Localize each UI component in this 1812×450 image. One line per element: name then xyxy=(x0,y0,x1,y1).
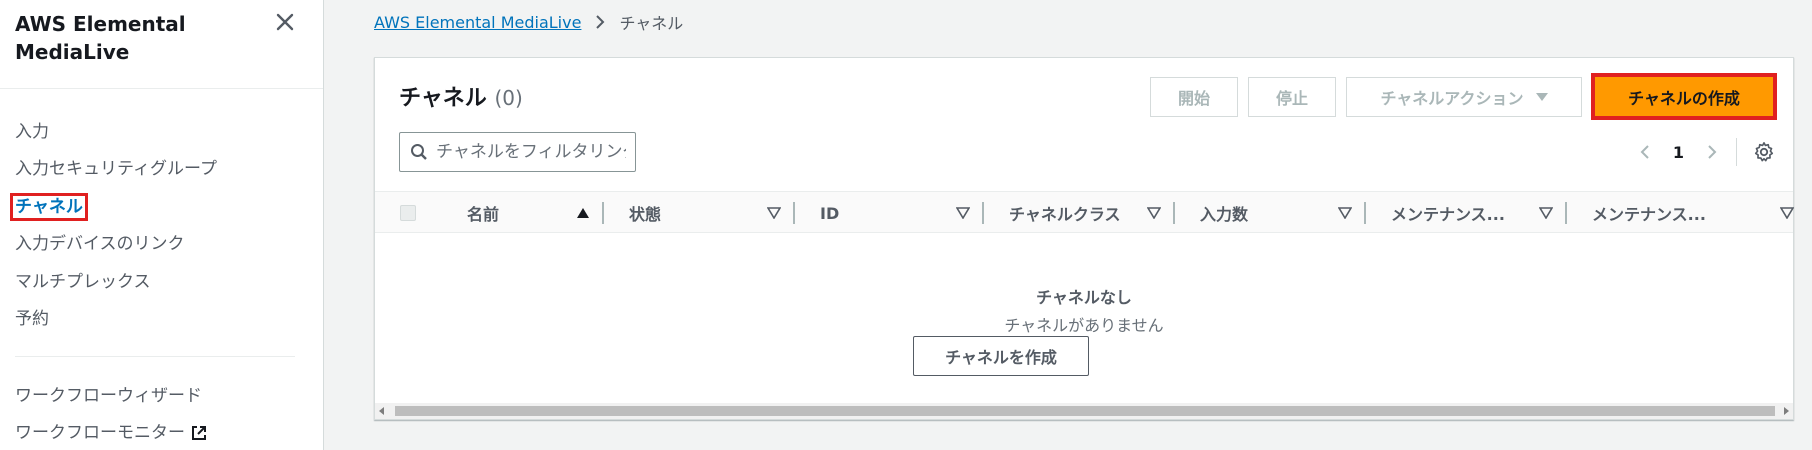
chevron-right-icon xyxy=(596,15,605,29)
create-channel-button[interactable]: チャネルの作成 xyxy=(1591,73,1777,120)
channel-actions-label: チャネルアクション xyxy=(1380,89,1524,108)
column-divider[interactable] xyxy=(1173,202,1175,224)
sidebar-item-workflow-monitor[interactable]: ワークフローモニター xyxy=(0,415,323,450)
channel-count: (0) xyxy=(494,86,523,110)
side-navigation: AWS Elemental MediaLive 入力 入力セキュリティグループ … xyxy=(0,0,324,450)
column-header-input-count[interactable]: 入力数 xyxy=(1200,192,1364,234)
column-divider[interactable] xyxy=(1364,202,1366,224)
page-number[interactable]: 1 xyxy=(1673,143,1684,162)
sidebar-item-label: ワークフローウィザード xyxy=(15,385,202,406)
sidebar-item-label: 入力セキュリティグループ xyxy=(15,159,217,180)
sidebar-item-reservations[interactable]: 予約 xyxy=(0,301,323,339)
pagination: 1 xyxy=(1637,132,1775,172)
sidebar-item-input-device-links[interactable]: 入力デバイスのリンク xyxy=(0,226,323,264)
sort-ascending-icon xyxy=(577,208,589,218)
column-label: 入力数 xyxy=(1200,205,1249,224)
sort-icon xyxy=(767,207,781,219)
scroll-left-arrow-icon[interactable] xyxy=(379,407,384,415)
empty-create-channel-button[interactable]: チャネルを作成 xyxy=(913,336,1089,376)
search-icon xyxy=(411,144,427,160)
sort-icon xyxy=(1338,207,1352,219)
close-icon[interactable] xyxy=(273,10,297,34)
page-title: チャネル (0) xyxy=(399,80,523,112)
column-label: チャネルクラス xyxy=(1009,205,1121,224)
pager-divider xyxy=(1736,138,1737,166)
column-divider[interactable] xyxy=(982,202,984,224)
sort-icon xyxy=(956,207,970,219)
column-label: ID xyxy=(820,203,840,223)
sort-icon xyxy=(1780,207,1794,219)
panel-title-text: チャネル xyxy=(399,86,487,111)
column-divider[interactable] xyxy=(793,202,795,224)
sort-icon xyxy=(1539,207,1553,219)
table-header: 名前 状態 ID チャネルクラス 入力数 メンテナンス... メンテナンス... xyxy=(375,191,1794,234)
sidebar-nav-list: 入力 入力セキュリティグループ チャネル 入力デバイスのリンク マルチプレックス… xyxy=(0,89,323,338)
column-header-id[interactable]: ID xyxy=(820,192,982,234)
sidebar-divider xyxy=(15,356,295,357)
column-label: 状態 xyxy=(629,205,662,224)
start-button[interactable]: 開始 xyxy=(1150,77,1238,117)
column-label: 名前 xyxy=(467,205,500,224)
column-header-state[interactable]: 状態 xyxy=(629,192,793,234)
sidebar-item-label: 入力 xyxy=(15,121,49,142)
chevron-left-icon[interactable] xyxy=(1637,144,1653,160)
sidebar-item-channels[interactable]: チャネル xyxy=(0,188,323,226)
column-label: メンテナンス... xyxy=(1592,205,1706,224)
sidebar-item-multiplexes[interactable]: マルチプレックス xyxy=(0,263,323,301)
sidebar-item-label: 予約 xyxy=(15,309,49,330)
column-divider[interactable] xyxy=(1565,202,1567,224)
empty-state-subtitle: チャネルがありません xyxy=(1004,316,1164,335)
column-header-channel-class[interactable]: チャネルクラス xyxy=(1009,192,1173,234)
caret-down-icon xyxy=(1535,93,1548,101)
sidebar-item-label: チャネル xyxy=(10,192,88,221)
column-divider[interactable] xyxy=(602,202,604,224)
scroll-right-arrow-icon[interactable] xyxy=(1784,407,1789,415)
sidebar-nav-list-secondary: ワークフローウィザード ワークフローモニター xyxy=(0,377,323,450)
sidebar-item-label: 入力デバイスのリンク xyxy=(15,234,185,255)
breadcrumb-link-medialive[interactable]: AWS Elemental MediaLive xyxy=(374,13,581,32)
sidebar-header: AWS Elemental MediaLive xyxy=(0,0,323,89)
filter-input[interactable] xyxy=(436,142,626,162)
column-header-maintenance-2[interactable]: メンテナンス... xyxy=(1592,192,1794,234)
sort-icon xyxy=(1147,207,1161,219)
scrollbar-thumb[interactable] xyxy=(395,406,1775,416)
gear-icon[interactable] xyxy=(1753,141,1775,163)
filter-box xyxy=(399,132,636,172)
sidebar-item-label: マルチプレックス xyxy=(15,271,151,292)
horizontal-scrollbar[interactable] xyxy=(375,403,1793,419)
sidebar-item-input-security-groups[interactable]: 入力セキュリティグループ xyxy=(0,151,323,189)
sidebar-item-label: ワークフローモニター xyxy=(15,423,185,444)
stop-button[interactable]: 停止 xyxy=(1248,77,1336,117)
column-label: メンテナンス... xyxy=(1391,205,1505,224)
sidebar-title[interactable]: AWS Elemental MediaLive xyxy=(15,10,235,66)
breadcrumb-current: チャネル xyxy=(619,14,684,33)
external-link-icon xyxy=(192,426,206,441)
sidebar-item-inputs[interactable]: 入力 xyxy=(0,113,323,151)
sidebar-item-workflow-wizard[interactable]: ワークフローウィザード xyxy=(0,377,323,415)
chevron-right-icon[interactable] xyxy=(1704,144,1720,160)
channels-table-panel: チャネル (0) 開始 停止 チャネルアクション チャネルの作成 1 名前 xyxy=(374,57,1794,420)
select-all-checkbox[interactable] xyxy=(400,205,416,221)
empty-state-title: チャネルなし xyxy=(1036,288,1132,307)
column-header-name[interactable]: 名前 xyxy=(467,192,602,234)
column-header-maintenance-1[interactable]: メンテナンス... xyxy=(1391,192,1565,234)
breadcrumb: AWS Elemental MediaLive チャネル xyxy=(374,10,683,34)
channel-actions-button[interactable]: チャネルアクション xyxy=(1346,77,1582,117)
